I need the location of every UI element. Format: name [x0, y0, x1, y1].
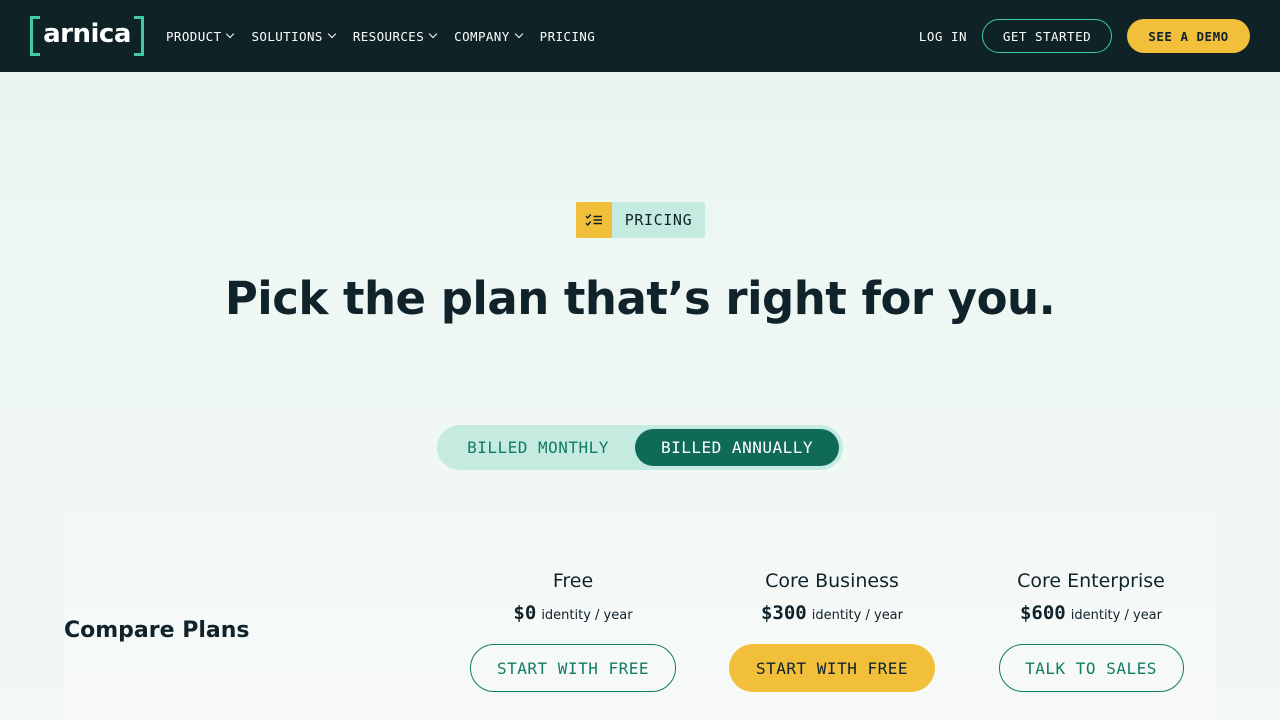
talk-to-sales-button[interactable]: TALK TO SALES	[998, 644, 1184, 692]
menu-item-label: RESOURCES	[352, 28, 425, 44]
plan-name: Core Business	[765, 570, 899, 592]
arnica-logo[interactable]: arnica	[30, 16, 144, 56]
billing-toggle: BILLED MONTHLY BILLED ANNUALLY	[437, 425, 843, 470]
plan-name: Free	[552, 570, 594, 592]
plan-price-unit: identity / year	[541, 608, 633, 623]
plan-price-row: $0 identity / year	[443, 602, 703, 624]
plan-price-row: $300 identity / year	[702, 602, 962, 624]
see-demo-button[interactable]: SEE A DEMO	[1127, 19, 1250, 53]
top-nav: arnica PRODUCT SOLUTIONS RESOURCES COMPA…	[0, 0, 1280, 72]
menu-item-label: COMPANY	[454, 28, 510, 44]
logo-wordmark: arnica	[43, 19, 131, 49]
menu-item-label: SOLUTIONS	[251, 28, 323, 44]
chevron-down-icon	[514, 29, 523, 39]
plan-price-unit: identity / year	[1070, 608, 1162, 623]
billed-monthly-option[interactable]: BILLED MONTHLY	[441, 429, 635, 466]
plan-price: $600	[1019, 602, 1066, 624]
menu-item-solutions[interactable]: SOLUTIONS	[251, 28, 337, 44]
menu-item-resources[interactable]: RESOURCES	[352, 28, 438, 44]
plan-price-unit: identity / year	[811, 608, 903, 623]
plan-core-business: Core Business $300 identity / year START…	[702, 570, 962, 692]
compare-plans-title: Compare Plans	[64, 618, 250, 643]
menu-item-label: PRODUCT	[166, 28, 222, 44]
menu-item-label: PRICING	[539, 28, 596, 44]
nav-actions: LOG IN GET STARTED SEE A DEMO	[919, 19, 1250, 53]
plan-price: $300	[760, 602, 807, 624]
plan-price: $0	[513, 602, 537, 624]
logo-bracket-left	[30, 16, 40, 56]
chevron-down-icon	[327, 29, 337, 39]
plan-name: Core Enterprise	[1017, 570, 1165, 592]
billed-annually-option[interactable]: BILLED ANNUALLY	[635, 429, 839, 466]
plan-core-enterprise: Core Enterprise $600 identity / year TAL…	[961, 570, 1221, 692]
pricing-badge: PRICING	[576, 202, 705, 238]
menu-item-product[interactable]: PRODUCT	[166, 28, 235, 44]
start-with-free-business-button[interactable]: START WITH FREE	[729, 644, 935, 692]
page-title: Pick the plan that’s right for you.	[224, 272, 1056, 325]
menu-item-company[interactable]: COMPANY	[454, 28, 523, 44]
menu-item-pricing[interactable]: PRICING	[540, 29, 595, 44]
plan-price-row: $600 identity / year	[961, 602, 1221, 624]
main-menu: PRODUCT SOLUTIONS RESOURCES COMPANY PRIC…	[166, 29, 613, 44]
chevron-down-icon	[226, 29, 235, 39]
logo-bracket-right	[134, 16, 144, 56]
get-started-button[interactable]: GET STARTED	[982, 19, 1112, 53]
chevron-down-icon	[428, 29, 438, 39]
login-link[interactable]: LOG IN	[919, 29, 967, 44]
checklist-icon	[576, 202, 612, 238]
start-with-free-button[interactable]: START WITH FREE	[470, 644, 676, 692]
plan-free: Free $0 identity / year START WITH FREE	[443, 570, 703, 692]
badge-label: PRICING	[624, 211, 693, 229]
